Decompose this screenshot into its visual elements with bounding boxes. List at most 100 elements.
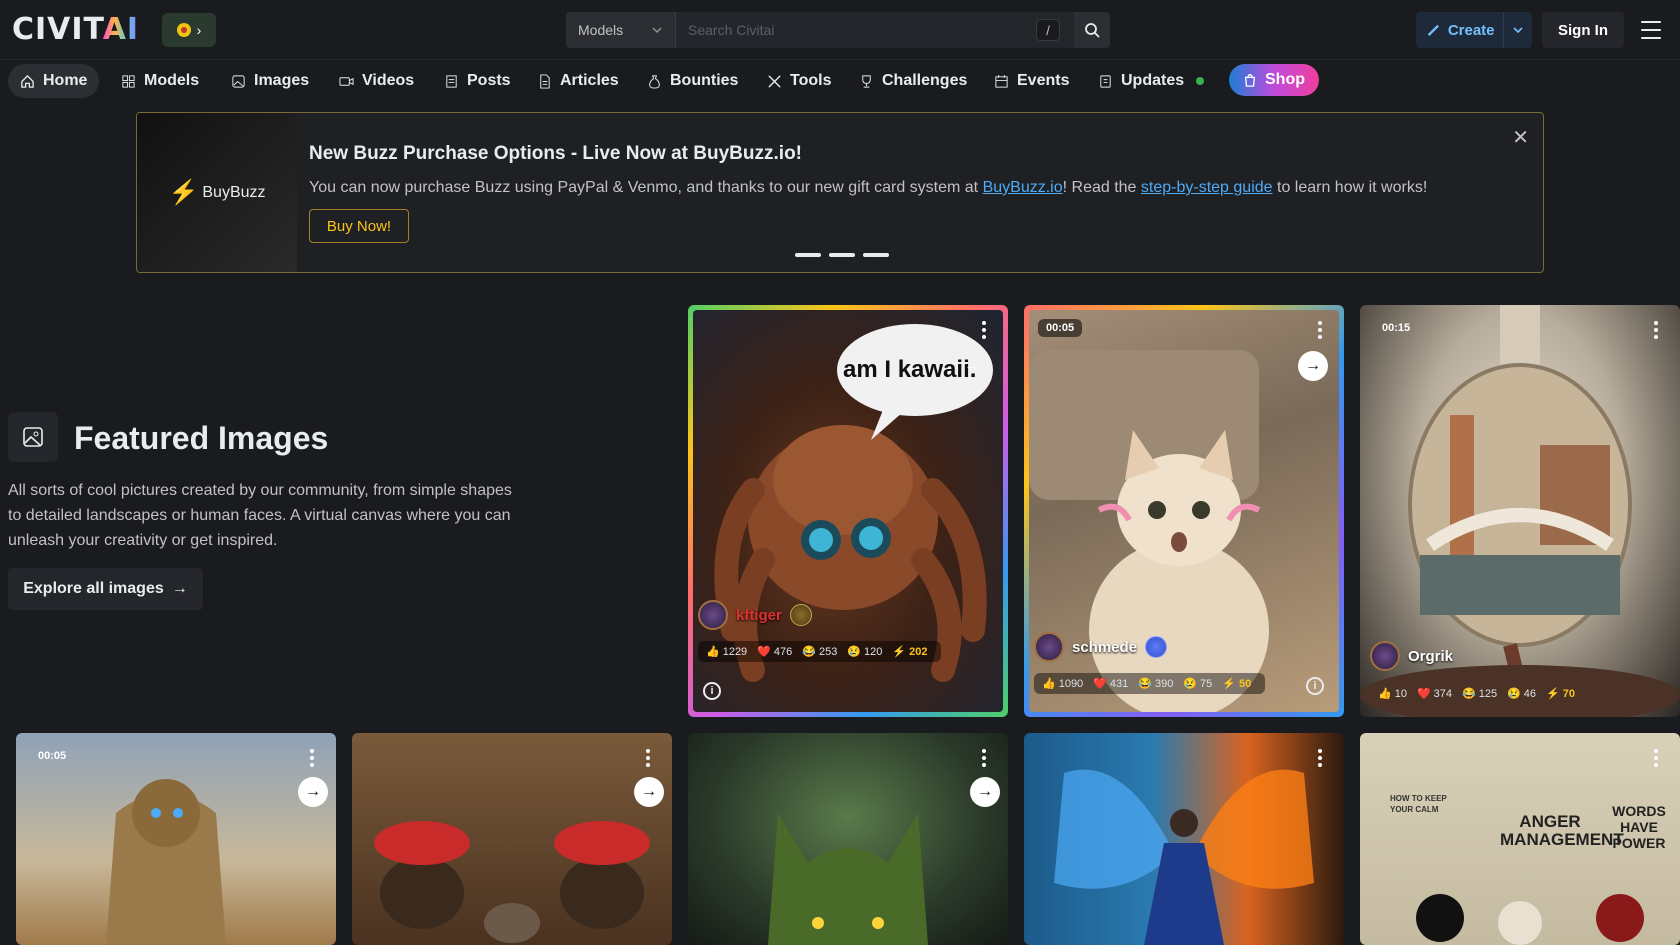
article-icon: [540, 73, 550, 89]
thumbs-up-icon[interactable]: 👍 10: [1378, 687, 1407, 701]
reaction-stats: 👍 10 ❤️ 374 😂 125 😢 46 ⚡ 70: [1370, 683, 1589, 704]
grid-icon: [122, 74, 135, 88]
user-badge-icon: [789, 604, 812, 626]
carousel-dot[interactable]: [795, 253, 821, 257]
sign-in-button[interactable]: Sign In: [1542, 12, 1624, 48]
carousel-dot[interactable]: [863, 253, 889, 257]
more-options-icon[interactable]: [982, 749, 986, 767]
image-card[interactable]: [1024, 733, 1344, 945]
brush-icon: [1427, 24, 1439, 37]
tools-icon: [768, 74, 781, 88]
heart-icon[interactable]: ❤️ 374: [1417, 687, 1452, 701]
main-nav: Home Models Images Videos Posts Articles…: [0, 60, 1680, 102]
video-icon: [339, 76, 354, 86]
image-card[interactable]: →: [352, 733, 672, 945]
nav-images[interactable]: Images: [219, 64, 321, 98]
moss-creature-illustration: [768, 813, 928, 945]
card-user[interactable]: kftiger: [698, 600, 812, 630]
thumbs-up-icon[interactable]: 👍 1090: [1042, 677, 1083, 691]
search-bar: Models /: [566, 12, 1110, 48]
guide-link[interactable]: step-by-step guide: [1141, 179, 1273, 196]
heart-icon[interactable]: ❤️ 476: [757, 645, 792, 659]
banner-title: New Buzz Purchase Options - Live Now at …: [309, 143, 802, 164]
search-input[interactable]: [676, 12, 1074, 48]
card-image: HOW TO KEEP YOUR CALM ANGER MANAGEMENT W…: [1360, 733, 1680, 945]
nav-challenges[interactable]: Challenges: [847, 64, 979, 98]
card-user[interactable]: Orgrik: [1370, 641, 1453, 671]
civitai-logo[interactable]: CIVITAI: [12, 14, 139, 46]
laugh-icon[interactable]: 😂 390: [1138, 677, 1173, 691]
cry-icon[interactable]: 😢 46: [1507, 687, 1536, 701]
shop-button[interactable]: Shop: [1229, 64, 1319, 96]
arrow-right-icon[interactable]: →: [634, 777, 664, 807]
more-options-icon[interactable]: [646, 749, 650, 767]
search-category-select[interactable]: Models: [566, 12, 676, 48]
info-icon[interactable]: i: [703, 682, 721, 700]
buzz-tip-icon[interactable]: ⚡ 202: [892, 645, 927, 659]
card-image: [1024, 733, 1344, 945]
create-dropdown-toggle[interactable]: [1502, 12, 1532, 48]
nav-home[interactable]: Home: [8, 64, 100, 98]
nav-updates[interactable]: Updates: [1086, 64, 1196, 98]
chevron-down-icon: [652, 27, 662, 34]
more-options-icon[interactable]: [310, 749, 314, 767]
nav-tools[interactable]: Tools: [755, 64, 843, 98]
region-selector-button[interactable]: ›: [162, 13, 216, 47]
villains-illustration: [1416, 894, 1644, 945]
more-options-icon[interactable]: [1654, 321, 1658, 339]
cry-icon[interactable]: 😢 120: [847, 645, 882, 659]
nav-articles[interactable]: Articles: [525, 64, 631, 98]
heart-icon[interactable]: ❤️ 431: [1093, 677, 1128, 691]
arrow-right-icon[interactable]: →: [960, 354, 984, 378]
shopping-bag-icon: [1244, 74, 1256, 87]
image-card[interactable]: am I kawaii. → kftiger 👍 1229 ❤️ 476 😂 2…: [688, 305, 1008, 717]
nav-events[interactable]: Events: [982, 64, 1081, 98]
cry-icon[interactable]: 😢 75: [1183, 677, 1212, 691]
nav-posts[interactable]: Posts: [432, 64, 523, 98]
banner-text: You can now purchase Buzz using PayPal &…: [309, 179, 1428, 196]
info-icon[interactable]: i: [1306, 677, 1324, 695]
close-icon[interactable]: ✕: [1512, 125, 1529, 150]
laugh-icon[interactable]: 😂 253: [802, 645, 837, 659]
buybuzz-link[interactable]: BuyBuzz.io: [983, 179, 1063, 196]
posts-icon: [446, 74, 457, 88]
image-icon: [232, 74, 245, 88]
image-card[interactable]: 00:15 Orgrik 👍 10 ❤️ 374 😂 125 😢 46 ⚡ 70: [1360, 305, 1680, 717]
hamburger-menu-icon[interactable]: [1638, 18, 1664, 42]
arrow-right-icon[interactable]: →: [1298, 351, 1328, 381]
carousel-dot[interactable]: [829, 253, 855, 257]
image-card[interactable]: →: [688, 733, 1008, 945]
image-card[interactable]: 00:05 →: [16, 733, 336, 945]
buzz-tip-icon[interactable]: ⚡ 50: [1222, 677, 1251, 691]
buybuzz-banner-image: ⚡ BuyBuzz: [137, 113, 297, 272]
more-options-icon[interactable]: [1318, 321, 1322, 339]
home-icon: [21, 74, 34, 88]
card-user[interactable]: schmede: [1034, 632, 1168, 662]
explore-all-images-button[interactable]: Explore all images →: [8, 568, 203, 610]
buzz-tip-icon[interactable]: ⚡ 70: [1546, 687, 1575, 701]
image-card[interactable]: 00:05 → schmede 👍 1090 ❤️ 431 😂 390 😢 75…: [1024, 305, 1344, 717]
arrow-right-icon: →: [171, 580, 188, 597]
more-options-icon[interactable]: [1318, 749, 1322, 767]
search-button[interactable]: [1074, 12, 1110, 48]
thumbs-up-icon[interactable]: 👍 1229: [706, 645, 747, 659]
speech-bubble-text: am I kawaii.: [843, 356, 977, 383]
updates-indicator-dot: [1196, 77, 1204, 85]
nav-models[interactable]: Models: [109, 64, 211, 98]
avatar: [1034, 632, 1064, 662]
avatar: [1370, 641, 1400, 671]
buy-now-button[interactable]: Buy Now!: [309, 209, 409, 243]
laugh-icon[interactable]: 😂 125: [1462, 687, 1497, 701]
more-options-icon[interactable]: [982, 321, 986, 339]
arrow-right-icon[interactable]: →: [970, 777, 1000, 807]
more-options-icon[interactable]: [1654, 749, 1658, 767]
arrow-right-icon[interactable]: →: [298, 777, 328, 807]
nav-videos[interactable]: Videos: [327, 64, 426, 98]
chevron-down-icon: [1513, 27, 1523, 34]
trophy-icon: [862, 74, 871, 88]
search-icon: [1085, 23, 1100, 38]
nav-bounties[interactable]: Bounties: [635, 64, 750, 98]
announcement-banner: ⚡ BuyBuzz New Buzz Purchase Options - Li…: [136, 112, 1544, 273]
create-button[interactable]: Create: [1416, 12, 1532, 48]
image-card[interactable]: HOW TO KEEP YOUR CALM ANGER MANAGEMENT W…: [1360, 733, 1680, 945]
